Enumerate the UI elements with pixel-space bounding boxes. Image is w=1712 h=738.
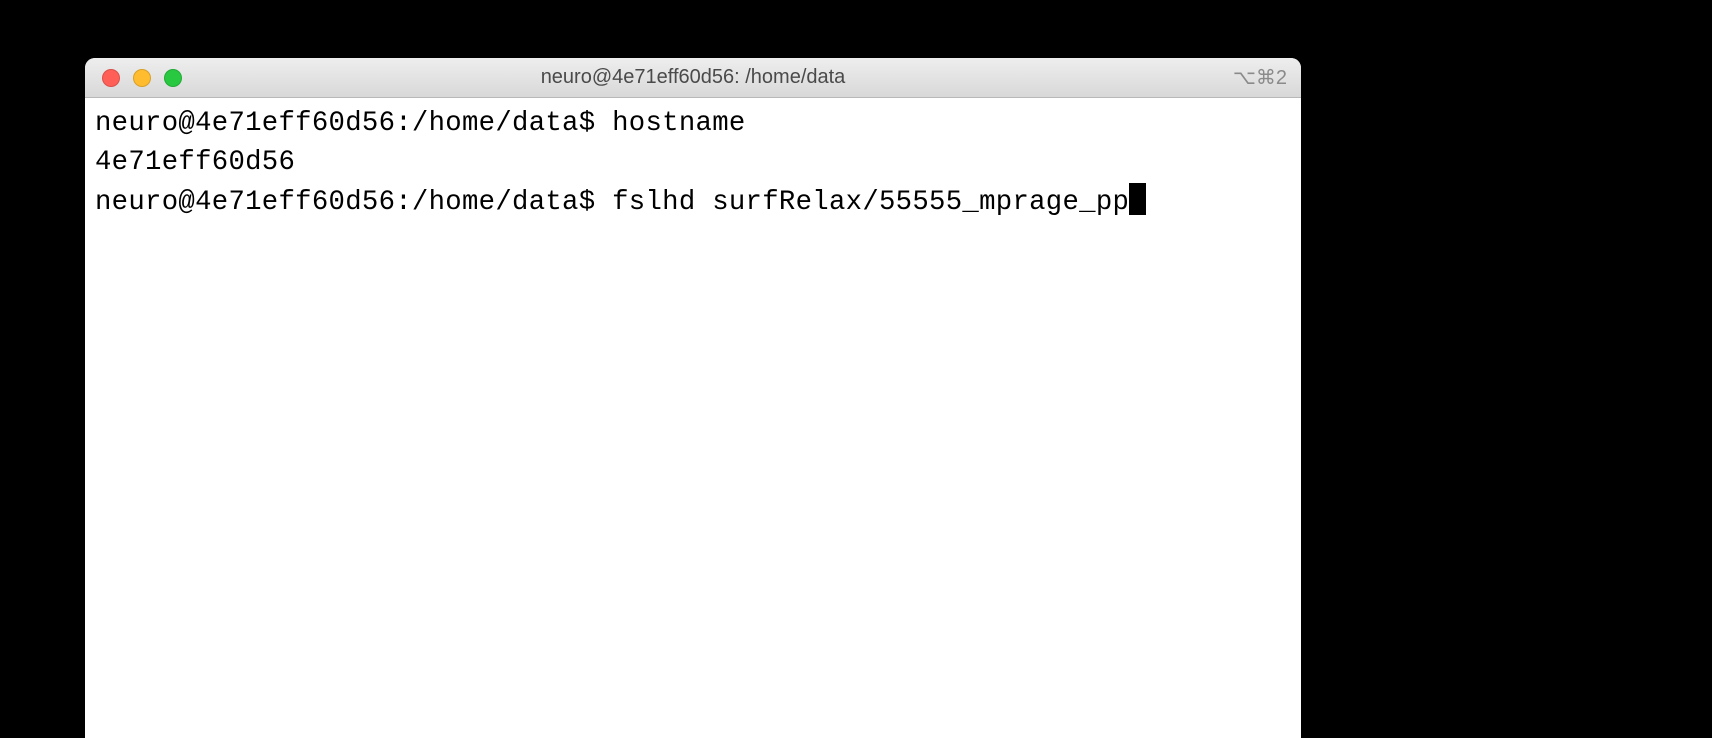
shortcut-indicator: ⌥⌘2 (1233, 65, 1287, 90)
minimize-button[interactable] (133, 69, 151, 87)
terminal-body[interactable]: neuro@4e71eff60d56:/home/data$ hostname 4… (85, 98, 1301, 738)
traffic-lights (85, 69, 182, 87)
prompt: neuro@4e71eff60d56:/home/data$ (95, 187, 612, 218)
close-button[interactable] (102, 69, 120, 87)
output: 4e71eff60d56 (95, 147, 295, 178)
titlebar: neuro@4e71eff60d56: /home/data ⌥⌘2 (85, 58, 1301, 98)
command: fslhd surfRelax/55555_mprage_pp (612, 187, 1129, 218)
prompt: neuro@4e71eff60d56:/home/data$ (95, 108, 612, 139)
terminal-window: neuro@4e71eff60d56: /home/data ⌥⌘2 neuro… (85, 58, 1301, 738)
command: hostname (612, 108, 745, 139)
terminal-line: 4e71eff60d56 (95, 143, 1291, 182)
window-title: neuro@4e71eff60d56: /home/data (541, 66, 846, 89)
terminal-line: neuro@4e71eff60d56:/home/data$ hostname (95, 104, 1291, 143)
terminal-line: neuro@4e71eff60d56:/home/data$ fslhd sur… (95, 183, 1291, 222)
cursor (1129, 183, 1145, 215)
zoom-button[interactable] (164, 69, 182, 87)
